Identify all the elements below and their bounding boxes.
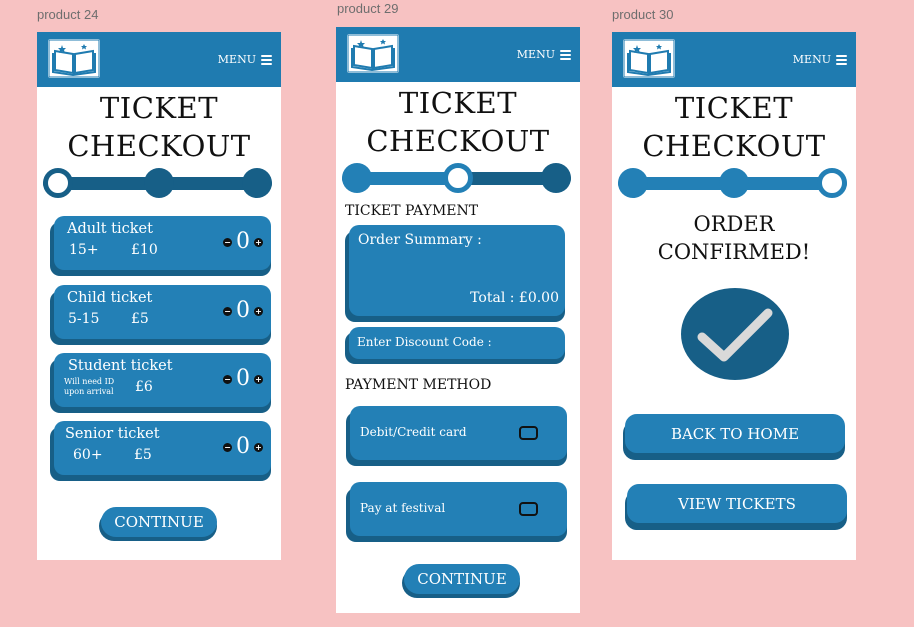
step-1-indicator	[342, 163, 372, 193]
ticket-name: Child ticket	[67, 290, 153, 306]
frame-label-product-30: product 30	[612, 7, 674, 22]
payment-option-checkbox[interactable]	[519, 426, 538, 440]
order-summary-label: Order Summary :	[358, 232, 482, 248]
progress-stepper	[342, 163, 571, 193]
ticket-card-child: Child ticket 5-15 £5 − 0 +	[50, 285, 271, 345]
payment-option-festival[interactable]: Pay at festival	[346, 482, 567, 542]
page-title: TICKET CHECKOUT	[642, 91, 826, 163]
step-3-indicator	[817, 168, 847, 198]
increase-quantity-button[interactable]: +	[254, 374, 263, 384]
decrease-quantity-button[interactable]: −	[223, 442, 232, 452]
ticket-price: £10	[131, 242, 158, 258]
top-bar: MENU	[612, 32, 856, 87]
quantity-value: 0	[236, 229, 250, 254]
menu-button[interactable]: MENU	[793, 53, 847, 66]
ticket-card-student: Student ticket Will need ID upon arrival…	[50, 353, 271, 413]
ticket-selection-screen: MENU TICKET CHECKOUT Adult ticket 15+ £1…	[37, 32, 281, 560]
increase-quantity-button[interactable]: +	[254, 442, 263, 452]
continue-button[interactable]: CONTINUE	[99, 507, 217, 541]
decrease-quantity-button[interactable]: −	[223, 374, 232, 384]
frame-label-product-29: product 29	[337, 1, 399, 16]
ticket-name: Student ticket	[68, 358, 173, 374]
quantity-value: 0	[236, 366, 250, 391]
ticket-payment-heading: TICKET PAYMENT	[345, 203, 479, 219]
payment-option-label: Debit/Credit card	[360, 425, 467, 439]
step-2-indicator	[443, 163, 473, 193]
step-2-indicator	[719, 168, 749, 198]
payment-option-checkbox[interactable]	[519, 502, 538, 516]
ticket-price: £6	[135, 379, 153, 395]
ticket-price: £5	[131, 311, 149, 327]
step-2-indicator	[144, 168, 174, 198]
ticket-name: Senior ticket	[65, 426, 160, 442]
hamburger-icon	[261, 54, 272, 65]
step-1-indicator	[43, 168, 73, 198]
quantity-value: 0	[236, 298, 250, 323]
ticket-age: 60+	[73, 447, 103, 463]
step-3-indicator	[242, 168, 272, 198]
order-confirmed-message: ORDER CONFIRMED!	[657, 212, 811, 264]
open-book-icon[interactable]	[347, 34, 399, 73]
increase-quantity-button[interactable]: +	[254, 306, 263, 316]
open-book-icon[interactable]	[48, 39, 100, 78]
top-bar: MENU	[336, 27, 580, 82]
ticket-age: 15+	[69, 242, 99, 258]
hamburger-icon	[836, 54, 847, 65]
checkmark-icon	[680, 287, 790, 381]
top-bar: MENU	[37, 32, 281, 87]
page-title: TICKET CHECKOUT	[366, 86, 550, 158]
order-total: Total : £0.00	[470, 290, 559, 306]
back-to-home-button[interactable]: BACK TO HOME	[623, 414, 845, 460]
menu-label: MENU	[792, 53, 831, 66]
page-title: TICKET CHECKOUT	[67, 91, 251, 163]
frame-label-product-24: product 24	[37, 7, 99, 22]
payment-method-heading: PAYMENT METHOD	[345, 377, 492, 393]
menu-button[interactable]: MENU	[218, 53, 272, 66]
menu-button[interactable]: MENU	[517, 48, 571, 61]
menu-label: MENU	[516, 48, 555, 61]
continue-button[interactable]: CONTINUE	[402, 564, 520, 598]
hamburger-icon	[560, 49, 571, 60]
increase-quantity-button[interactable]: +	[254, 237, 263, 247]
order-summary-panel: Order Summary : Total : £0.00	[345, 225, 565, 322]
ticket-card-senior: Senior ticket 60+ £5 − 0 +	[50, 421, 271, 481]
ticket-name: Adult ticket	[67, 221, 153, 237]
menu-label: MENU	[217, 53, 256, 66]
quantity-value: 0	[236, 434, 250, 459]
order-confirmed-screen: MENU TICKET CHECKOUT ORDER CONFIRMED! BA…	[612, 32, 856, 560]
ticket-note: Will need ID upon arrival	[64, 377, 115, 396]
payment-screen: MENU TICKET CHECKOUT TICKET PAYMENT Orde…	[336, 27, 580, 613]
progress-stepper	[618, 168, 847, 198]
step-3-indicator	[541, 163, 571, 193]
step-1-indicator	[618, 168, 648, 198]
discount-code-field[interactable]: Enter Discount Code :	[345, 327, 565, 364]
ticket-price: £5	[134, 447, 152, 463]
discount-code-placeholder: Enter Discount Code :	[357, 335, 492, 349]
ticket-age: 5-15	[68, 311, 100, 327]
payment-option-card[interactable]: Debit/Credit card	[346, 406, 567, 466]
payment-option-label: Pay at festival	[360, 501, 446, 515]
open-book-icon[interactable]	[623, 39, 675, 78]
decrease-quantity-button[interactable]: −	[223, 237, 232, 247]
progress-stepper	[43, 168, 272, 198]
view-tickets-button[interactable]: VIEW TICKETS	[625, 484, 847, 530]
ticket-card-adult: Adult ticket 15+ £10 − 0 +	[50, 216, 271, 276]
decrease-quantity-button[interactable]: −	[223, 306, 232, 316]
